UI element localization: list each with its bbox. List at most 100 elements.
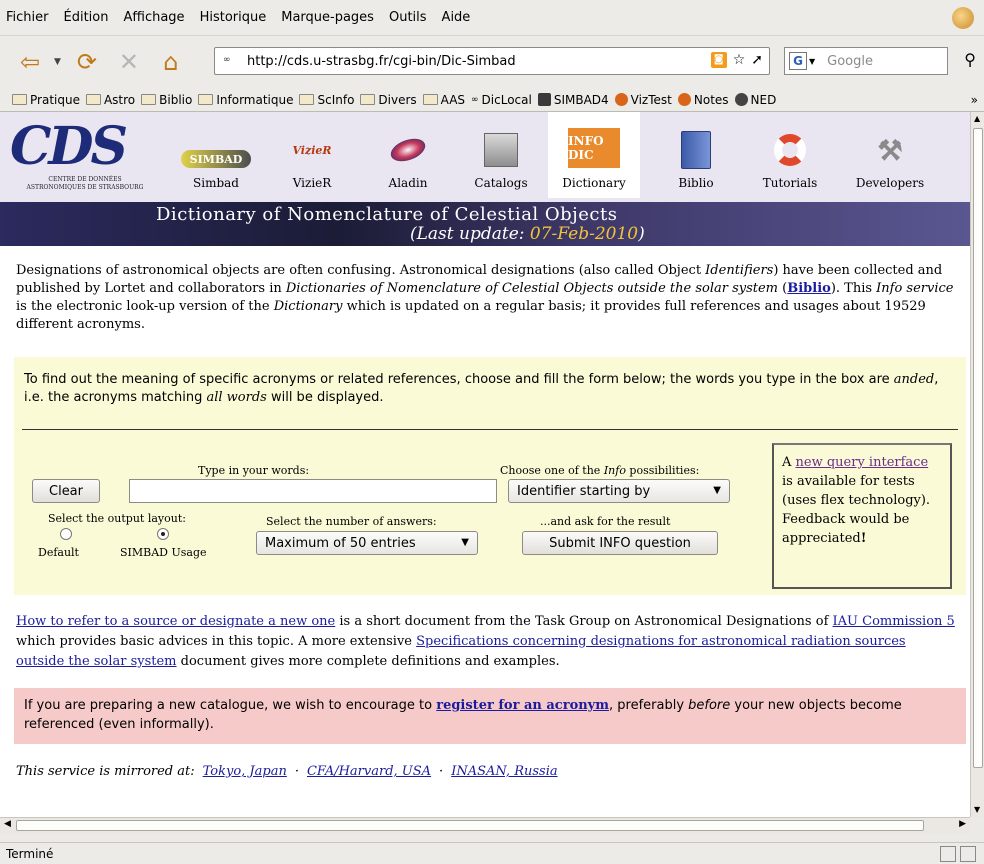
nav-aladin[interactable]: Aladin <box>378 112 438 198</box>
nav-label: Aladin <box>388 176 428 190</box>
words-input[interactable] <box>129 479 497 503</box>
simbad-icon <box>537 93 551 106</box>
title-banner: Dictionary of Nomenclature of Celestial … <box>0 202 970 246</box>
mirror-tokyo-link[interactable]: Tokyo, Japan <box>203 764 287 779</box>
folder-icon <box>360 94 376 105</box>
type-words-label: Type in your words: <box>198 464 310 477</box>
nav-label: Biblio <box>678 176 714 190</box>
nav-biblio[interactable]: Biblio <box>666 112 726 198</box>
reload-icon: ⟳ <box>76 48 97 76</box>
new-query-interface-link[interactable]: new query interface <box>796 455 929 470</box>
stop-button[interactable]: ✕ <box>111 44 147 80</box>
bookmark-informatique[interactable]: Informatique <box>198 93 293 107</box>
bookmark-pratique[interactable]: Pratique <box>12 93 80 107</box>
layout-default-label: Default <box>38 546 79 559</box>
layout-simbad-radio[interactable] <box>157 528 169 540</box>
menu-marque-pages[interactable]: Marque-pages <box>281 10 374 25</box>
menu-aide[interactable]: Aide <box>442 10 471 25</box>
output-layout-label: Select the output layout: <box>48 512 186 525</box>
bookmark-astro[interactable]: Astro <box>85 93 135 107</box>
menu-edition[interactable]: Édition <box>64 10 109 25</box>
bookmark-star-icon[interactable]: ☆ <box>733 52 746 68</box>
bookmark-aas[interactable]: AAS <box>422 92 466 107</box>
home-button[interactable]: ⌂ <box>153 44 189 80</box>
engine-dropdown-icon[interactable]: ▼ <box>809 57 815 66</box>
menu-fichier[interactable]: Fichier <box>6 10 49 25</box>
bookmark-notes[interactable]: Notes <box>677 92 729 107</box>
search-placeholder[interactable]: Google <box>827 54 873 69</box>
bookmark-ned[interactable]: NED <box>734 93 776 107</box>
nav-dictionary[interactable]: INFO DIC Dictionary <box>548 112 640 198</box>
page-viewport: CDS CENTRE DE DONNÉES ASTRONOMIQUES DE S… <box>0 112 970 817</box>
nav-developers[interactable]: ⚒ Developers <box>848 112 932 198</box>
security-lock-icon[interactable] <box>940 846 956 862</box>
how-to-refer-link[interactable]: How to refer to a source or designate a … <box>16 614 335 629</box>
cds-logo[interactable]: CDS CENTRE DE DONNÉES ASTRONOMIQUES DE S… <box>10 118 160 194</box>
google-engine-icon[interactable]: G <box>789 52 807 70</box>
scroll-left-icon[interactable]: ◀ <box>4 819 11 829</box>
search-magnifier-icon[interactable]: ⚲ <box>964 50 976 69</box>
go-arrow-icon[interactable]: ➚ <box>751 52 763 68</box>
cds-logo-subtitle-2: ASTRONOMIQUES DE STRASBOURG <box>26 184 144 191</box>
bookmark-divers[interactable]: Divers <box>360 93 417 107</box>
bookmark-simbad4[interactable]: SIMBAD4 <box>537 92 609 107</box>
address-bar[interactable]: ∞ http://cds.u-strasbg.fr/cgi-bin/Dic-Si… <box>214 47 770 75</box>
bookmark-label: Informatique <box>216 92 294 107</box>
bookmarks-overflow-chevron[interactable]: » <box>971 93 978 107</box>
mirror-cfa-link[interactable]: CFA/Harvard, USA <box>307 764 431 779</box>
menu-affichage[interactable]: Affichage <box>123 10 184 25</box>
nav-catalogs[interactable]: Catalogs <box>466 112 536 198</box>
horizontal-scroll-thumb[interactable] <box>16 820 924 831</box>
bookmark-diclocal[interactable]: ∞ DicLocal <box>471 93 532 107</box>
url-text[interactable]: http://cds.u-strasbg.fr/cgi-bin/Dic-Simb… <box>247 54 516 69</box>
bookmark-scinfo[interactable]: ScInfo <box>299 93 354 107</box>
info-type-select[interactable]: Identifier starting by ▼ <box>508 479 730 503</box>
bookmark-biblio[interactable]: Biblio <box>141 93 192 107</box>
divider <box>22 429 958 430</box>
banner-update: (Last update: 07-Feb-2010) <box>410 224 645 244</box>
search-box[interactable]: G ▼ Google <box>784 47 948 75</box>
rss-feed-icon[interactable]: ◙ <box>710 52 727 68</box>
designation-paragraph: How to refer to a source or designate a … <box>16 612 956 672</box>
mirror-inasan-link[interactable]: INASAN, Russia <box>451 764 557 779</box>
history-dropdown-icon[interactable]: ▼ <box>54 57 61 67</box>
nav-simbad[interactable]: SIMBAD Simbad <box>178 112 254 198</box>
chevron-down-icon: ▼ <box>713 485 721 496</box>
menu-outils[interactable]: Outils <box>389 10 427 25</box>
biblio-link[interactable]: Biblio <box>787 281 831 296</box>
nav-tutorials[interactable]: Tutorials <box>752 112 828 198</box>
vertical-scrollbar[interactable]: ▲ ▼ <box>970 112 984 817</box>
bookmark-viztest[interactable]: VizTest <box>614 93 672 107</box>
bookmark-label: AAS <box>440 92 466 107</box>
scroll-up-icon[interactable]: ▲ <box>974 114 980 123</box>
notice-text: If you are preparing a new catalogue, we… <box>24 698 437 713</box>
back-button[interactable]: ⇦ <box>12 44 48 80</box>
register-acronym-link[interactable]: register for an acronym <box>436 698 609 713</box>
vertical-scroll-thumb[interactable] <box>973 128 983 768</box>
folder-icon <box>198 94 214 105</box>
scroll-down-icon[interactable]: ▼ <box>974 805 980 814</box>
clear-button[interactable]: Clear <box>32 479 100 503</box>
iau-commission-link[interactable]: IAU Commission 5 <box>833 614 955 629</box>
bookmark-label: Notes <box>693 92 729 107</box>
cds-header: CDS CENTRE DE DONNÉES ASTRONOMIQUES DE S… <box>0 112 970 202</box>
nav-vizier[interactable]: VizieR VizieR <box>282 112 342 198</box>
status-text: Terminé <box>6 846 54 861</box>
menu-historique[interactable]: Historique <box>200 10 267 25</box>
layout-default-radio[interactable] <box>60 528 72 540</box>
scroll-right-icon[interactable]: ▶ <box>959 819 966 829</box>
answers-select[interactable]: Maximum of 50 entries ▼ <box>256 531 478 555</box>
nav-label: Simbad <box>193 176 239 190</box>
answers-label: Select the number of answers: <box>266 515 437 528</box>
submit-info-button[interactable]: Submit INFO question <box>522 531 718 555</box>
intro-text: Designations of astronomical objects are… <box>16 263 706 278</box>
bookmark-label: ScInfo <box>317 92 355 107</box>
nav-label: Tutorials <box>762 176 818 190</box>
site-info-icon[interactable] <box>960 846 976 862</box>
bookmark-label: SIMBAD4 <box>553 92 609 107</box>
horizontal-scrollbar[interactable]: ◀ ▶ <box>0 817 970 833</box>
bookmark-label: Biblio <box>159 92 193 107</box>
folder-icon <box>85 94 101 105</box>
reload-button[interactable]: ⟳ <box>69 44 105 80</box>
choose-text: Choose one of the <box>500 464 604 477</box>
